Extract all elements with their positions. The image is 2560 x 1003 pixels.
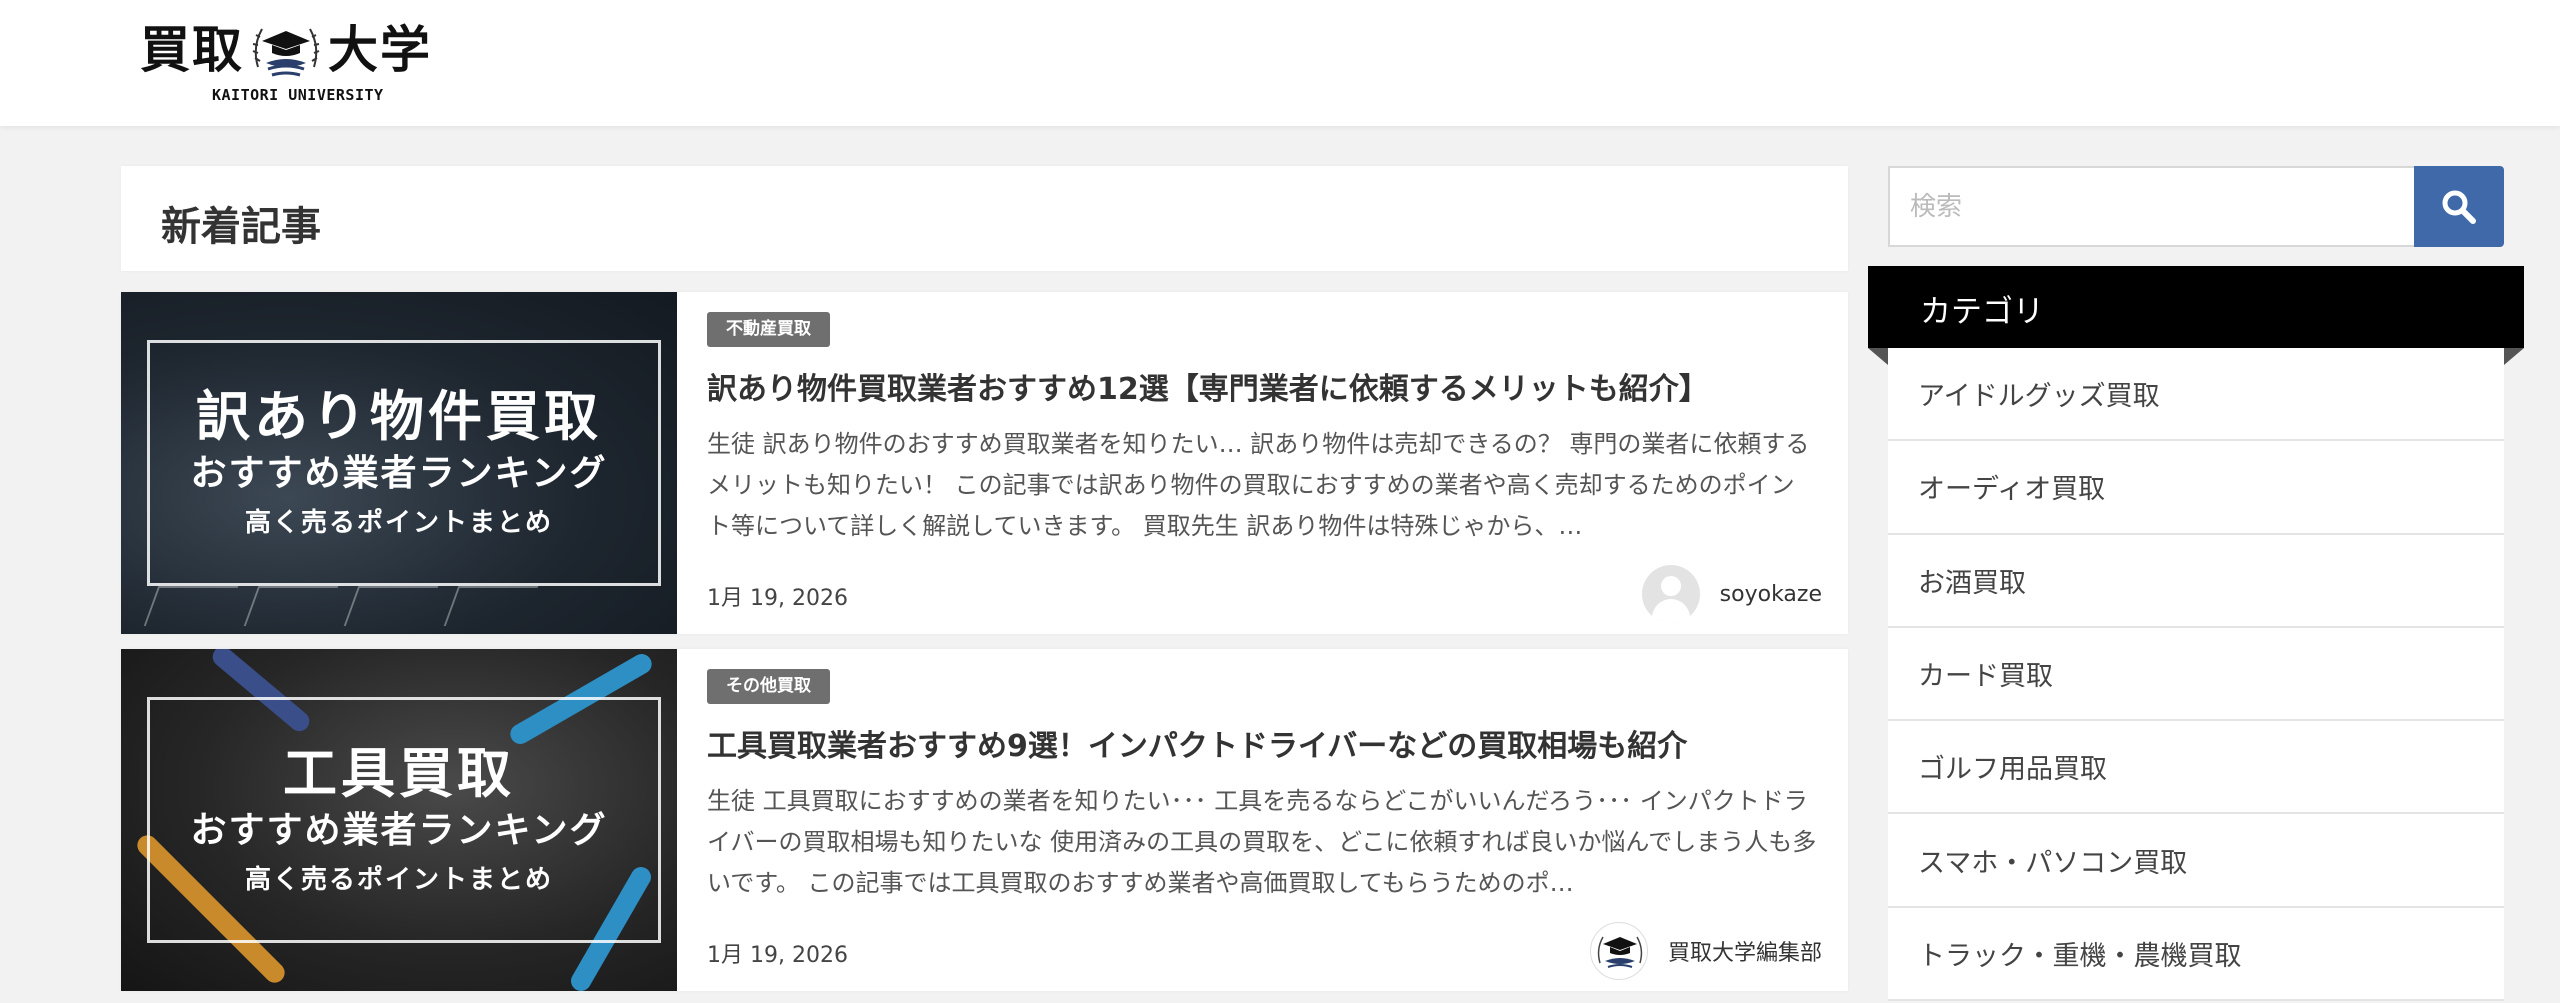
site-logo[interactable]: 買取 大学 KAITORI UNIVERSITY <box>140 18 440 113</box>
search-input[interactable] <box>1888 166 2416 247</box>
logo-subtitle: KAITORI UNIVERSITY <box>212 86 384 104</box>
article-body: 不動産買取 訳あり物件買取業者おすすめ12選【専門業者に依頼するメリットも紹介】… <box>707 292 1822 634</box>
category-link[interactable]: お酒買取 <box>1888 535 2504 628</box>
category-badge[interactable]: 不動産買取 <box>707 312 830 347</box>
search-button[interactable] <box>2414 166 2504 247</box>
category-link[interactable]: オーディオ買取 <box>1888 441 2504 535</box>
section-header: 新着記事 <box>121 166 1848 271</box>
author-name: 買取大学編集部 <box>1667 941 1822 966</box>
thumbnail-subtitle: おすすめ業者ランキング <box>190 453 608 494</box>
ribbon-fold-right <box>2504 348 2524 365</box>
article-author[interactable]: 買取大学編集部 <box>1589 921 1822 981</box>
graduation-cap-emblem-icon <box>252 28 320 77</box>
thumbnail-caption: 高く売るポイントまとめ <box>244 865 553 895</box>
article-excerpt: 生徒 訳あり物件のおすすめ買取業者を知りたい… 訳あり物件は売却できるの？ 専門… <box>707 430 1810 540</box>
article-thumbnail[interactable]: 工具買取 おすすめ業者ランキング 高く売るポイントまとめ <box>121 649 677 991</box>
thumbnail-caption: 高く売るポイントまとめ <box>244 508 553 538</box>
author-name: soyokaze <box>1719 581 1822 607</box>
site-header: 買取 大学 KAITORI UNIVERSITY <box>0 0 2560 126</box>
article-date: 1月 19, 2026 <box>707 943 848 968</box>
category-link[interactable]: ゴルフ用品買取 <box>1888 721 2504 815</box>
article-author[interactable]: soyokaze <box>1641 564 1822 624</box>
thumbnail-title: 工具買取 <box>283 742 515 805</box>
ribbon-fold-left <box>1868 348 1888 365</box>
thumbnail-subtitle: おすすめ業者ランキング <box>190 810 608 851</box>
article-title[interactable]: 訳あり物件買取業者おすすめ12選【専門業者に依頼するメリットも紹介】 <box>707 364 1817 408</box>
user-avatar-icon <box>1641 565 1700 623</box>
thumbnail-title: 訳あり物件買取 <box>196 385 602 448</box>
article-body: その他買取 工具買取業者おすすめ9選！インパクトドライバーなどの買取相場も紹介 … <box>707 649 1822 991</box>
article-card[interactable]: 訳あり物件買取 おすすめ業者ランキング 高く売るポイントまとめ 不動産買取 訳あ… <box>121 292 1848 634</box>
category-link[interactable]: スマホ・パソコン買取 <box>1888 814 2504 908</box>
category-widget-header: カテゴリ <box>1868 266 2524 348</box>
article-excerpt: 生徒 工具買取におすすめの業者を知りたい･･･ 工具を売るならどこがいいんだろう… <box>707 787 1817 897</box>
category-link[interactable]: カード買取 <box>1888 628 2504 722</box>
category-list: アイドルグッズ買取 オーディオ買取 お酒買取 カード買取 ゴルフ用品買取 スマホ… <box>1888 348 2504 1002</box>
search-widget <box>1888 166 2504 247</box>
article-card[interactable]: 工具買取 おすすめ業者ランキング 高く売るポイントまとめ その他買取 工具買取業… <box>121 649 1848 991</box>
category-widget-title: カテゴリ <box>1920 294 2044 330</box>
article-thumbnail[interactable]: 訳あり物件買取 おすすめ業者ランキング 高く売るポイントまとめ <box>121 292 677 634</box>
article-date: 1月 19, 2026 <box>707 586 848 611</box>
article-title[interactable]: 工具買取業者おすすめ9選！インパクトドライバーなどの買取相場も紹介 <box>707 721 1817 765</box>
category-badge[interactable]: その他買取 <box>707 669 830 704</box>
search-icon <box>2442 190 2476 224</box>
category-link[interactable]: トラック・重機・農機買取 <box>1888 908 2504 1002</box>
category-link[interactable]: アイドルグッズ買取 <box>1888 348 2504 442</box>
logo-text-left: 買取 <box>140 20 244 79</box>
section-title: 新着記事 <box>161 204 321 250</box>
site-emblem-avatar-icon <box>1589 922 1648 980</box>
logo-text-right: 大学 <box>328 20 432 79</box>
